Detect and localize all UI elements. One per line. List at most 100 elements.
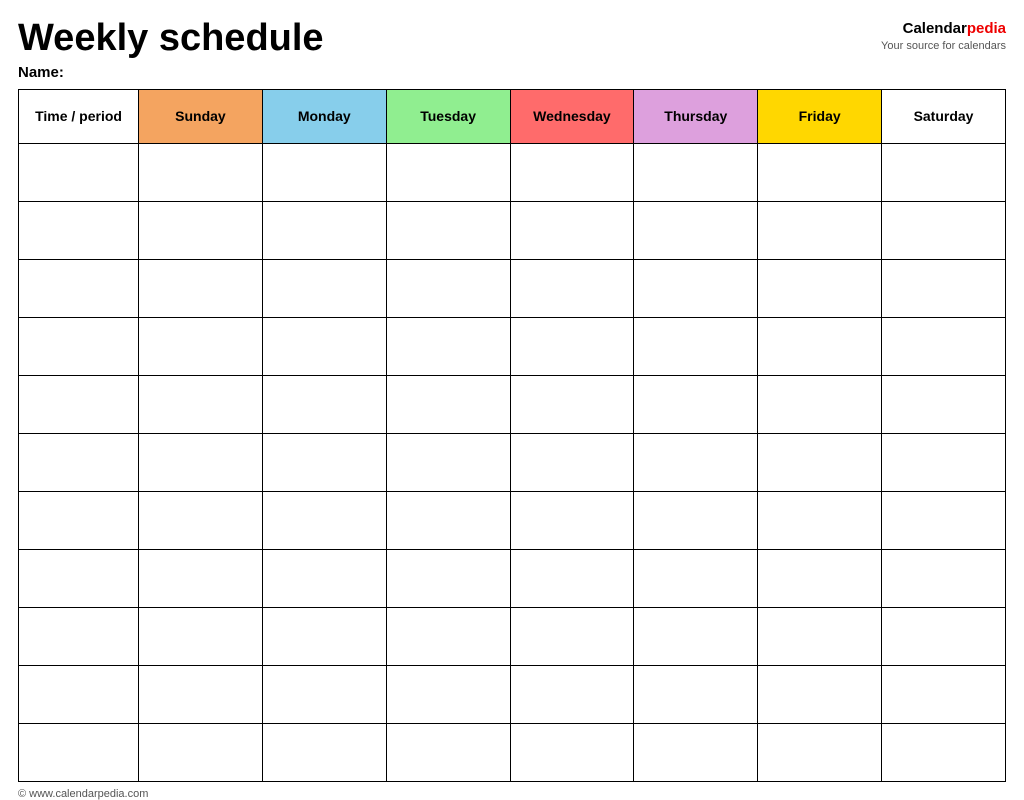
table-cell[interactable] (139, 723, 263, 781)
table-cell[interactable] (758, 433, 882, 491)
table-cell[interactable] (139, 549, 263, 607)
table-cell[interactable] (758, 143, 882, 201)
table-cell[interactable] (262, 143, 386, 201)
table-cell[interactable] (386, 607, 510, 665)
table-cell[interactable] (510, 259, 634, 317)
table-cell[interactable] (510, 549, 634, 607)
col-header-monday: Monday (262, 89, 386, 143)
table-cell[interactable] (758, 375, 882, 433)
table-cell[interactable] (510, 491, 634, 549)
table-cell[interactable] (262, 491, 386, 549)
table-cell[interactable] (758, 201, 882, 259)
table-cell[interactable] (262, 549, 386, 607)
col-header-wednesday: Wednesday (510, 89, 634, 143)
table-cell[interactable] (882, 491, 1006, 549)
table-cell[interactable] (262, 433, 386, 491)
table-cell[interactable] (882, 375, 1006, 433)
table-cell[interactable] (19, 491, 139, 549)
table-cell[interactable] (882, 259, 1006, 317)
table-cell[interactable] (386, 491, 510, 549)
table-cell[interactable] (386, 665, 510, 723)
table-cell[interactable] (19, 375, 139, 433)
table-cell[interactable] (882, 723, 1006, 781)
table-cell[interactable] (19, 259, 139, 317)
table-cell[interactable] (19, 317, 139, 375)
table-cell[interactable] (510, 317, 634, 375)
table-cell[interactable] (510, 143, 634, 201)
table-cell[interactable] (262, 375, 386, 433)
table-cell[interactable] (634, 723, 758, 781)
table-cell[interactable] (139, 259, 263, 317)
table-cell[interactable] (634, 665, 758, 723)
brand-logo: Calendarpedia Your source for calendars (881, 18, 1006, 54)
table-cell[interactable] (882, 607, 1006, 665)
table-cell[interactable] (634, 259, 758, 317)
table-cell[interactable] (634, 317, 758, 375)
table-cell[interactable] (510, 665, 634, 723)
table-cell[interactable] (262, 201, 386, 259)
table-cell[interactable] (634, 201, 758, 259)
table-cell[interactable] (19, 723, 139, 781)
table-cell[interactable] (510, 723, 634, 781)
table-row (19, 491, 1006, 549)
table-cell[interactable] (510, 201, 634, 259)
table-cell[interactable] (882, 549, 1006, 607)
table-row (19, 665, 1006, 723)
page: Weekly schedule Calendarpedia Your sourc… (0, 0, 1024, 784)
table-cell[interactable] (510, 433, 634, 491)
table-cell[interactable] (139, 143, 263, 201)
table-cell[interactable] (19, 665, 139, 723)
header: Weekly schedule Calendarpedia Your sourc… (18, 18, 1006, 60)
table-cell[interactable] (262, 665, 386, 723)
table-cell[interactable] (758, 317, 882, 375)
table-cell[interactable] (634, 549, 758, 607)
table-cell[interactable] (634, 143, 758, 201)
table-cell[interactable] (634, 607, 758, 665)
table-cell[interactable] (758, 549, 882, 607)
table-cell[interactable] (139, 317, 263, 375)
table-cell[interactable] (634, 491, 758, 549)
table-cell[interactable] (262, 317, 386, 375)
table-cell[interactable] (758, 491, 882, 549)
table-cell[interactable] (139, 607, 263, 665)
brand-pedia: pedia (967, 20, 1006, 37)
table-cell[interactable] (758, 607, 882, 665)
table-cell[interactable] (386, 201, 510, 259)
table-cell[interactable] (19, 549, 139, 607)
table-cell[interactable] (386, 375, 510, 433)
table-cell[interactable] (19, 607, 139, 665)
footer-url: © www.calendarpedia.com (18, 786, 1006, 800)
table-cell[interactable] (262, 723, 386, 781)
table-cell[interactable] (19, 143, 139, 201)
table-cell[interactable] (882, 433, 1006, 491)
table-cell[interactable] (386, 433, 510, 491)
table-cell[interactable] (510, 607, 634, 665)
table-cell[interactable] (139, 665, 263, 723)
table-cell[interactable] (139, 433, 263, 491)
table-cell[interactable] (634, 375, 758, 433)
table-cell[interactable] (139, 201, 263, 259)
table-cell[interactable] (882, 665, 1006, 723)
header-row: Time / period Sunday Monday Tuesday Wedn… (19, 89, 1006, 143)
table-cell[interactable] (139, 375, 263, 433)
table-cell[interactable] (386, 723, 510, 781)
table-cell[interactable] (19, 201, 139, 259)
table-cell[interactable] (882, 317, 1006, 375)
table-row (19, 143, 1006, 201)
table-cell[interactable] (758, 259, 882, 317)
table-cell[interactable] (510, 375, 634, 433)
table-cell[interactable] (634, 433, 758, 491)
table-cell[interactable] (758, 665, 882, 723)
table-cell[interactable] (386, 143, 510, 201)
table-row (19, 549, 1006, 607)
table-cell[interactable] (19, 433, 139, 491)
table-cell[interactable] (139, 491, 263, 549)
table-cell[interactable] (882, 201, 1006, 259)
table-cell[interactable] (262, 607, 386, 665)
table-cell[interactable] (758, 723, 882, 781)
table-cell[interactable] (386, 317, 510, 375)
table-cell[interactable] (386, 259, 510, 317)
table-cell[interactable] (262, 259, 386, 317)
table-cell[interactable] (882, 143, 1006, 201)
table-cell[interactable] (386, 549, 510, 607)
